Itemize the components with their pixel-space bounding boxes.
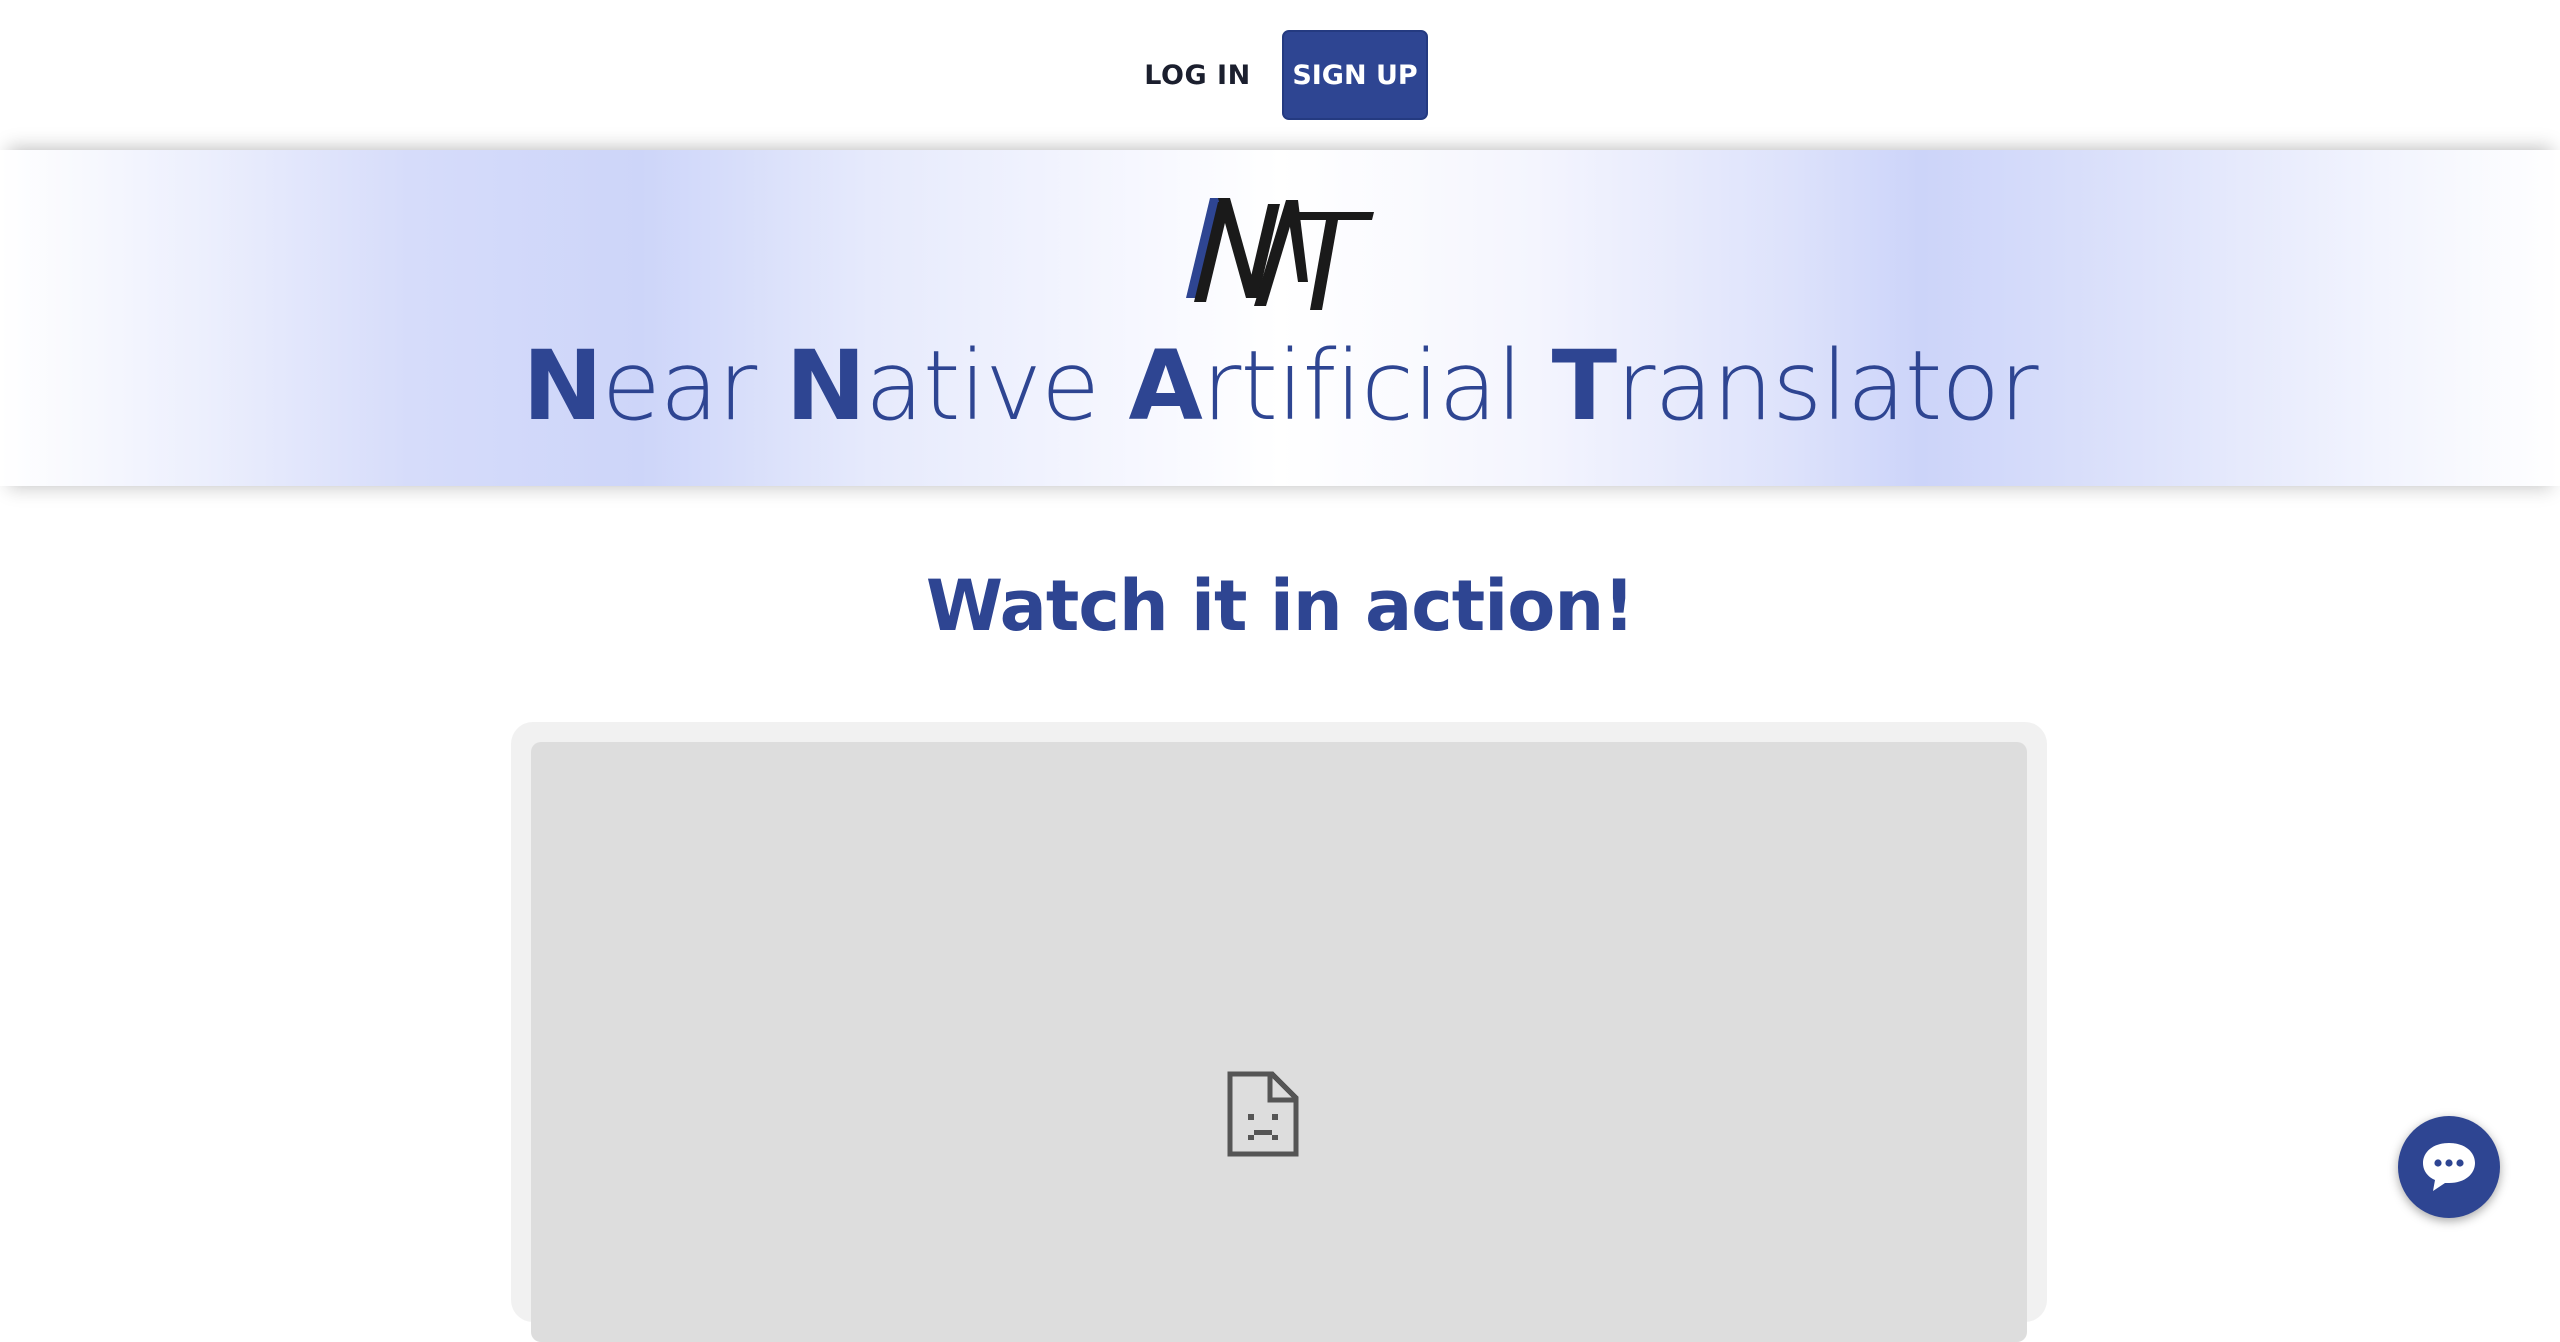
title-initial: A xyxy=(1128,330,1203,442)
title-initial: N xyxy=(785,330,866,442)
title-word-rest: ative xyxy=(865,330,1100,442)
title-word-rest: rtificial xyxy=(1201,330,1523,442)
signup-button[interactable]: SIGN UP xyxy=(1282,30,1428,120)
video-frame xyxy=(511,722,2047,1342)
title-word-rest: ranslator xyxy=(1616,330,2038,442)
title-initial: T xyxy=(1551,330,1617,442)
chat-button[interactable] xyxy=(2398,1116,2500,1218)
hero-title: Near Native Artificial Translator xyxy=(0,330,2560,442)
chat-bubble-icon xyxy=(2423,1143,2475,1191)
title-word-rest: ear xyxy=(601,330,757,442)
section-heading: Watch it in action! xyxy=(925,565,1635,647)
broken-file-icon xyxy=(1227,1071,1299,1157)
title-initial: N xyxy=(522,330,602,442)
video-embed[interactable] xyxy=(531,742,2027,1342)
login-link[interactable]: LOG IN xyxy=(1130,30,1265,120)
nat-logo xyxy=(1186,198,1374,310)
top-nav: LOG IN SIGN UP xyxy=(0,0,2560,150)
